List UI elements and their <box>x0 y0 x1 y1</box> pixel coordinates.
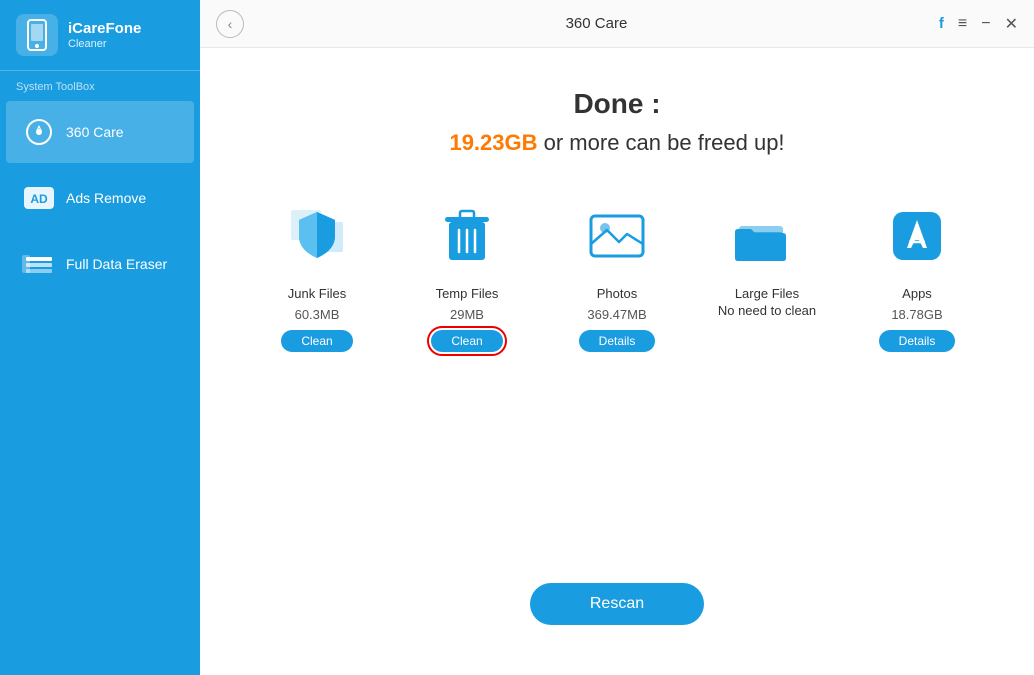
card-temp-files: Temp Files 29MB Clean <box>407 196 527 352</box>
apps-details-button[interactable]: Details <box>879 330 956 352</box>
apps-label: Apps <box>902 286 932 303</box>
close-icon[interactable]: ✕ <box>1005 14 1018 34</box>
app-subtitle: Cleaner <box>68 38 141 50</box>
card-large-files: Large FilesNo need to clean <box>707 196 827 352</box>
ads-remove-icon: AD <box>22 181 56 215</box>
photos-size: 369.47MB <box>587 307 646 322</box>
temp-files-size: 29MB <box>450 307 484 322</box>
junk-files-size: 60.3MB <box>295 307 340 322</box>
rescan-button[interactable]: Rescan <box>530 583 704 625</box>
titlebar: ‹ 360 Care f ≡ − ✕ <box>200 0 1034 48</box>
minimize-icon[interactable]: − <box>981 15 990 33</box>
done-heading: Done : <box>573 88 660 120</box>
temp-files-clean-button[interactable]: Clean <box>431 330 502 352</box>
junk-files-icon <box>277 196 357 276</box>
sidebar-item-ads-remove[interactable]: AD Ads Remove <box>6 167 194 229</box>
facebook-icon[interactable]: f <box>939 15 944 32</box>
junk-files-label: Junk Files <box>288 286 347 303</box>
sidebar: iCareFone Cleaner System ToolBox 360 Car… <box>0 0 200 675</box>
photos-icon <box>577 196 657 276</box>
main-content: ‹ 360 Care f ≡ − ✕ Done : 19.23GB or mor… <box>200 0 1034 675</box>
svg-text:AD: AD <box>30 192 48 206</box>
done-label: Done : <box>573 88 660 119</box>
freed-text: or more can be freed up! <box>538 130 785 155</box>
temp-files-label: Temp Files <box>436 286 499 303</box>
sidebar-section-label: System ToolBox <box>0 71 200 99</box>
freed-amount: 19.23GB <box>449 130 537 155</box>
card-photos: Photos 369.47MB Details <box>557 196 677 352</box>
sidebar-item-ads-remove-label: Ads Remove <box>66 190 146 206</box>
large-files-icon <box>727 196 807 276</box>
window-title: 360 Care <box>254 15 939 32</box>
back-button[interactable]: ‹ <box>216 10 244 38</box>
app-title: iCareFone <box>68 20 141 38</box>
junk-files-clean-button[interactable]: Clean <box>281 330 352 352</box>
full-data-eraser-icon <box>22 247 56 281</box>
titlebar-controls: f ≡ − ✕ <box>939 14 1018 34</box>
app-logo-icon <box>16 14 58 56</box>
sidebar-item-full-data-eraser[interactable]: Full Data Eraser <box>6 233 194 295</box>
photos-details-button[interactable]: Details <box>579 330 656 352</box>
done-subheading: 19.23GB or more can be freed up! <box>449 130 784 156</box>
large-files-label: Large FilesNo need to clean <box>718 286 816 320</box>
360-care-icon <box>22 115 56 149</box>
titlebar-left: ‹ <box>216 10 254 38</box>
cards-row: Junk Files 60.3MB Clean <box>257 196 977 352</box>
sidebar-item-360-care[interactable]: 360 Care <box>6 101 194 163</box>
menu-icon[interactable]: ≡ <box>958 15 967 33</box>
sidebar-item-360-care-label: 360 Care <box>66 124 124 140</box>
card-junk-files: Junk Files 60.3MB Clean <box>257 196 377 352</box>
apps-size: 18.78GB <box>891 307 942 322</box>
back-icon: ‹ <box>228 16 233 32</box>
temp-files-icon <box>427 196 507 276</box>
sidebar-item-full-data-eraser-label: Full Data Eraser <box>66 256 167 272</box>
content-area: Done : 19.23GB or more can be freed up! <box>200 48 1034 675</box>
photos-label: Photos <box>597 286 637 303</box>
card-apps: Apps 18.78GB Details <box>857 196 977 352</box>
app-logo: iCareFone Cleaner <box>0 0 200 71</box>
apps-icon <box>877 196 957 276</box>
